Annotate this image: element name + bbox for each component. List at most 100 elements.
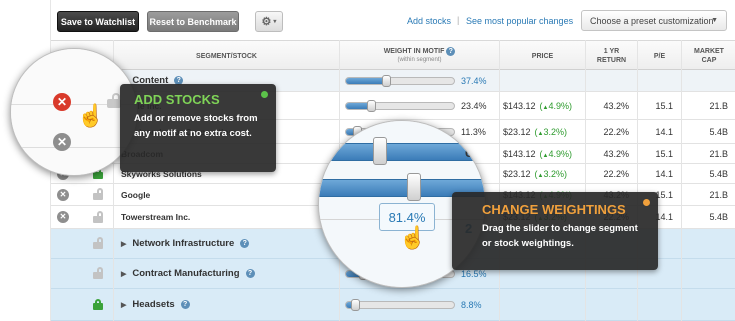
change-weightings-text: Drag the slider to change segment or sto… [482,223,638,249]
pe-value: 14.1 [655,168,673,179]
lock-cell [93,206,103,228]
header-segment: SEGMENT/STOCK [113,41,339,71]
slider-knob[interactable] [351,299,360,311]
header-return: 1 YR RETURN [585,41,637,71]
price-value: $23.12 [503,168,531,179]
expand-arrow-icon[interactable]: ▶ [121,240,126,248]
cap-value: 21.B [709,100,728,111]
column-divider [681,40,682,321]
hand-cursor-icon: ☝ [77,103,105,128]
price-value: $143.12 [503,148,536,159]
chevron-down-icon: ▾ [273,19,277,25]
pe-value: 14.1 [655,126,673,137]
price-change: (▲3.2%) [534,168,567,179]
cap-value: 5.4B [709,126,728,137]
preset-customization-select[interactable]: Choose a preset customization ▼ [581,10,727,31]
weight-slider[interactable] [345,102,455,110]
expand-arrow-icon[interactable]: ▶ [121,301,126,309]
segment-name[interactable]: ▶ Contract Manufacturing? [121,259,255,288]
settings-menu-button[interactable]: ⚙ ▾ [255,11,283,32]
lock-cell [93,229,103,258]
save-to-watchlist-button[interactable]: Save to Watchlist [57,11,139,32]
price-change: (▲4.9%) [539,148,573,159]
add-stocks-tooltip: ADD STOCKS Add or remove stocks from any… [120,84,276,172]
header-price: PRICE [499,41,585,71]
remove-stock-icon[interactable]: ✕ [53,93,71,111]
price-change: (▲4.9%) [539,100,573,111]
weight-slider-fill [346,78,387,84]
stock-name: Towerstream Inc. [121,206,190,228]
magnifier-remove: ✕ ✕ ☝ [10,48,138,176]
weight-slider[interactable] [345,77,455,85]
toolbar-separator: | [457,15,460,25]
weight-slider[interactable] [345,301,455,309]
cap-value: 5.4B [709,212,728,222]
return-value: 22.2% [603,168,629,179]
remove-cell: ✕ [57,184,69,205]
weight-percent: 37.4% [461,75,487,86]
remove-stock-icon[interactable]: ✕ [53,133,71,151]
chevron-down-icon: ▼ [711,17,718,24]
column-divider [499,40,500,321]
info-icon[interactable]: ? [245,269,255,278]
info-icon[interactable]: ? [446,47,456,56]
segment-name[interactable]: ▶ Network Infrastructure? [121,229,250,258]
add-stocks-title: ADD STOCKS [134,92,220,107]
weight-partial-label: 6 [465,145,473,160]
lock-icon[interactable] [93,299,103,310]
lock-icon[interactable] [93,188,103,200]
status-dot-icon [643,199,650,206]
add-stocks-text: Add or remove stocks from any motif at n… [134,113,258,139]
remove-stock-icon[interactable]: ✕ [57,188,69,201]
hand-cursor-icon: ☝ [399,225,427,250]
price-value: $143.12 [503,100,536,111]
segment-name[interactable]: ▶ Headsets? [121,289,190,320]
change-weightings-title: CHANGE WEIGHTINGS [482,202,626,217]
change-value: 3.2% [543,168,564,179]
slider-knob[interactable] [367,100,376,112]
lock-icon[interactable] [93,267,103,279]
lock-icon[interactable] [93,237,103,249]
header-pe: P/E [637,41,681,71]
slider-knob[interactable] [382,75,391,87]
weight-percent: 8.8% [461,299,482,310]
stock-label: Towerstream Inc. [121,212,191,222]
segment-label: Headsets [132,299,175,310]
change-value: 3.2% [543,126,564,137]
header-cap: MARKET CAP [681,41,735,71]
change-weightings-tooltip: CHANGE WEIGHTINGS Drag the slider to cha… [452,192,658,270]
toolbar: Save to Watchlist Reset to Benchmark ⚙ ▾ … [51,0,735,42]
return-value: 22.2% [603,126,629,137]
table-header: CK SEGMENT/STOCK WEIGHT IN MOTIF ? (with… [51,40,735,71]
pe-value: 15.1 [655,100,673,111]
stock-label: Google [121,189,151,200]
popular-changes-link[interactable]: See most popular changes [466,16,573,26]
change-value: 4.9% [548,148,570,159]
remove-stock-icon[interactable]: ✕ [57,211,69,223]
return-value: 43.2% [603,148,629,159]
add-stocks-link[interactable]: Add stocks [407,16,451,26]
cap-value: 21.B [709,148,728,159]
price-cell: $143.12(▲4.9%) [503,144,585,163]
price-cell: $23.12(▲3.2%) [503,164,585,183]
lock-icon[interactable] [107,93,121,108]
return-value: 43.2% [603,100,629,111]
slider-knob[interactable] [373,137,387,165]
reset-to-benchmark-button[interactable]: Reset to Benchmark [147,11,239,32]
slider-knob[interactable] [407,173,421,201]
remove-cell: ✕ [57,206,69,228]
expand-arrow-icon[interactable]: ▶ [121,270,126,278]
info-icon[interactable]: ? [240,239,250,248]
column-divider [585,40,586,321]
status-dot-icon [261,91,268,98]
change-value: 4.9% [548,100,570,111]
info-icon[interactable]: ? [180,300,190,309]
segment-row[interactable]: ▶ Headsets? 8.8% [51,289,735,321]
weight-percent: 23.4% [461,100,487,111]
price-value: $23.12 [503,126,531,137]
stock-name: Google [121,184,150,205]
lock-icon[interactable] [93,210,103,223]
lock-cell [93,289,103,320]
lock-cell [93,259,103,288]
cap-value: 21.B [709,189,728,200]
